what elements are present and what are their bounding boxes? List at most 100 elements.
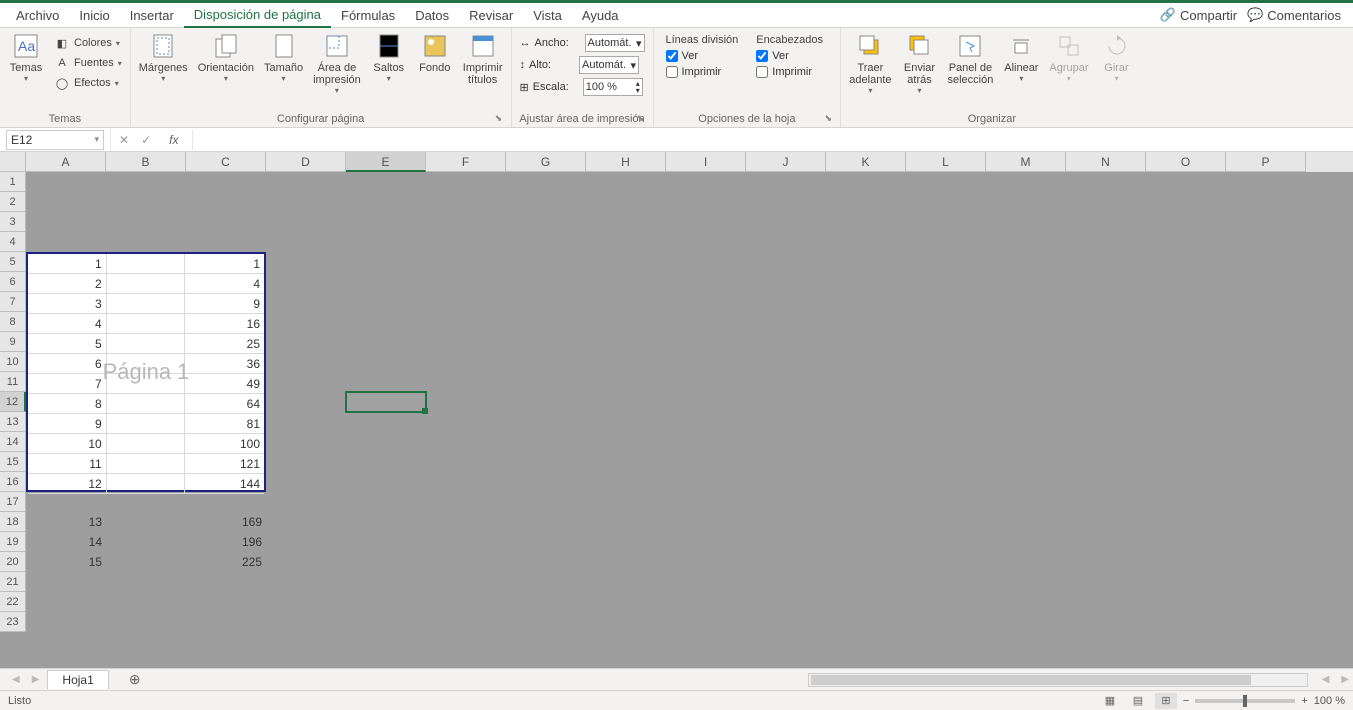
table-row[interactable]: 8 64 — [28, 394, 264, 414]
efectos-button[interactable]: ◯Efectos▾ — [50, 74, 126, 92]
configurar-launcher[interactable]: ⬊ — [493, 113, 505, 125]
cell[interactable]: 5 — [28, 334, 107, 353]
cell[interactable]: 225 — [186, 552, 266, 572]
panel-seleccion-button[interactable]: Panel de selección — [944, 30, 998, 88]
cell[interactable]: 16 — [185, 314, 264, 333]
row-header-1[interactable]: 1 — [0, 172, 26, 192]
cell[interactable]: 8 — [28, 394, 107, 413]
row-header-8[interactable]: 8 — [0, 312, 26, 332]
formula-input[interactable] — [192, 130, 1353, 150]
zoom-slider[interactable] — [1195, 699, 1295, 703]
table-row[interactable]: 11121 — [28, 454, 264, 474]
fill-handle[interactable] — [422, 408, 428, 414]
table-row[interactable]: 9 81 — [28, 414, 264, 434]
table-row[interactable]: 416 — [28, 314, 264, 334]
scroll-right[interactable]: ▶ — [1337, 674, 1353, 685]
colores-button[interactable]: ◧Colores▾ — [50, 34, 126, 52]
table-row[interactable]: 10100 — [28, 434, 264, 454]
cell[interactable]: 9 — [28, 414, 107, 433]
row-header-5[interactable]: 5 — [0, 252, 26, 272]
cell[interactable]: 4 — [185, 274, 264, 293]
cell[interactable] — [107, 334, 186, 353]
lineas-ver-checkbox[interactable]: Ver — [666, 50, 739, 62]
row-header-21[interactable]: 21 — [0, 572, 26, 592]
row-header-20[interactable]: 20 — [0, 552, 26, 572]
cell[interactable]: 81 — [185, 414, 264, 433]
cell[interactable] — [107, 374, 186, 393]
fuentes-button[interactable]: AFuentes▾ — [50, 54, 126, 72]
cell[interactable]: 6 — [28, 354, 107, 373]
col-header-E[interactable]: E — [346, 152, 426, 172]
col-header-F[interactable]: F — [426, 152, 506, 172]
enviar-atras-button[interactable]: Enviar atrás▾ — [898, 30, 942, 97]
cell[interactable]: 11 — [28, 454, 107, 473]
cell[interactable]: 7 — [28, 374, 107, 393]
row-header-22[interactable]: 22 — [0, 592, 26, 612]
compartir-button[interactable]: 🔗Compartir — [1160, 7, 1237, 23]
menu-ayuda[interactable]: Ayuda — [572, 4, 629, 27]
menu-formulas[interactable]: Fórmulas — [331, 4, 405, 27]
orientacion-button[interactable]: Orientación▾ — [194, 30, 258, 85]
table-row[interactable]: 525 — [28, 334, 264, 354]
enter-icon[interactable]: ✓ — [141, 133, 151, 147]
row-header-14[interactable]: 14 — [0, 432, 26, 452]
cell[interactable] — [107, 474, 186, 493]
cell[interactable]: 196 — [186, 532, 266, 552]
spreadsheet-grid[interactable]: ABCDEFGHIJKLMNOP 12345678910111213141516… — [0, 152, 1353, 668]
ajustar-launcher[interactable]: ⬊ — [635, 113, 647, 125]
comentarios-button[interactable]: 💬Comentarios — [1247, 7, 1341, 23]
cell[interactable]: 12 — [28, 474, 107, 493]
col-header-P[interactable]: P — [1226, 152, 1306, 172]
cell[interactable]: 64 — [185, 394, 264, 413]
menu-datos[interactable]: Datos — [405, 4, 459, 27]
cancel-icon[interactable]: ✕ — [119, 133, 129, 147]
cell[interactable]: 14 — [26, 532, 106, 552]
col-header-J[interactable]: J — [746, 152, 826, 172]
add-sheet-button[interactable]: ⊕ — [125, 670, 145, 690]
table-row[interactable]: 15225 — [26, 552, 266, 572]
cell[interactable]: 49 — [185, 374, 264, 393]
cell[interactable] — [107, 274, 186, 293]
opciones-launcher[interactable]: ⬊ — [822, 113, 834, 125]
fx-icon[interactable]: fx — [163, 133, 184, 147]
alinear-button[interactable]: Alinear▾ — [999, 30, 1043, 85]
col-header-A[interactable]: A — [26, 152, 106, 172]
cell[interactable]: 169 — [186, 512, 266, 532]
horizontal-scrollbar[interactable] — [808, 673, 1308, 687]
row-header-9[interactable]: 9 — [0, 332, 26, 352]
menu-archivo[interactable]: Archivo — [6, 4, 69, 27]
cell[interactable] — [107, 394, 186, 413]
cell[interactable]: 144 — [185, 474, 264, 493]
table-row[interactable]: 7 49 — [28, 374, 264, 394]
menu-inicio[interactable]: Inicio — [69, 4, 119, 27]
menu-vista[interactable]: Vista — [523, 4, 572, 27]
zoom-out-button[interactable]: − — [1183, 695, 1189, 707]
cell[interactable] — [107, 294, 186, 313]
cell[interactable]: 9 — [185, 294, 264, 313]
row-header-3[interactable]: 3 — [0, 212, 26, 232]
view-pagebreak-button[interactable]: ⊞ — [1155, 693, 1177, 709]
tamano-button[interactable]: Tamaño▾ — [260, 30, 307, 85]
zoom-level[interactable]: 100 % — [1314, 695, 1345, 707]
alto-select[interactable]: Automát.▾ — [579, 56, 639, 74]
cell[interactable]: 3 — [28, 294, 107, 313]
row-header-4[interactable]: 4 — [0, 232, 26, 252]
row-header-7[interactable]: 7 — [0, 292, 26, 312]
table-row[interactable]: 11 — [28, 254, 264, 274]
cell[interactable] — [106, 552, 186, 572]
col-header-I[interactable]: I — [666, 152, 746, 172]
row-header-10[interactable]: 10 — [0, 352, 26, 372]
cell[interactable] — [107, 314, 186, 333]
col-header-G[interactable]: G — [506, 152, 586, 172]
cell[interactable] — [106, 532, 186, 552]
encab-imprimir-checkbox[interactable]: Imprimir — [756, 66, 828, 78]
col-header-M[interactable]: M — [986, 152, 1066, 172]
view-normal-button[interactable]: ▦ — [1099, 693, 1121, 709]
encab-ver-checkbox[interactable]: Ver — [756, 50, 828, 62]
row-header-13[interactable]: 13 — [0, 412, 26, 432]
temas-button[interactable]: Aa Temas▾ — [4, 30, 48, 85]
col-header-N[interactable]: N — [1066, 152, 1146, 172]
cell[interactable]: 1 — [185, 254, 264, 273]
cell[interactable] — [107, 434, 186, 453]
table-row[interactable]: 13169 — [26, 512, 266, 532]
